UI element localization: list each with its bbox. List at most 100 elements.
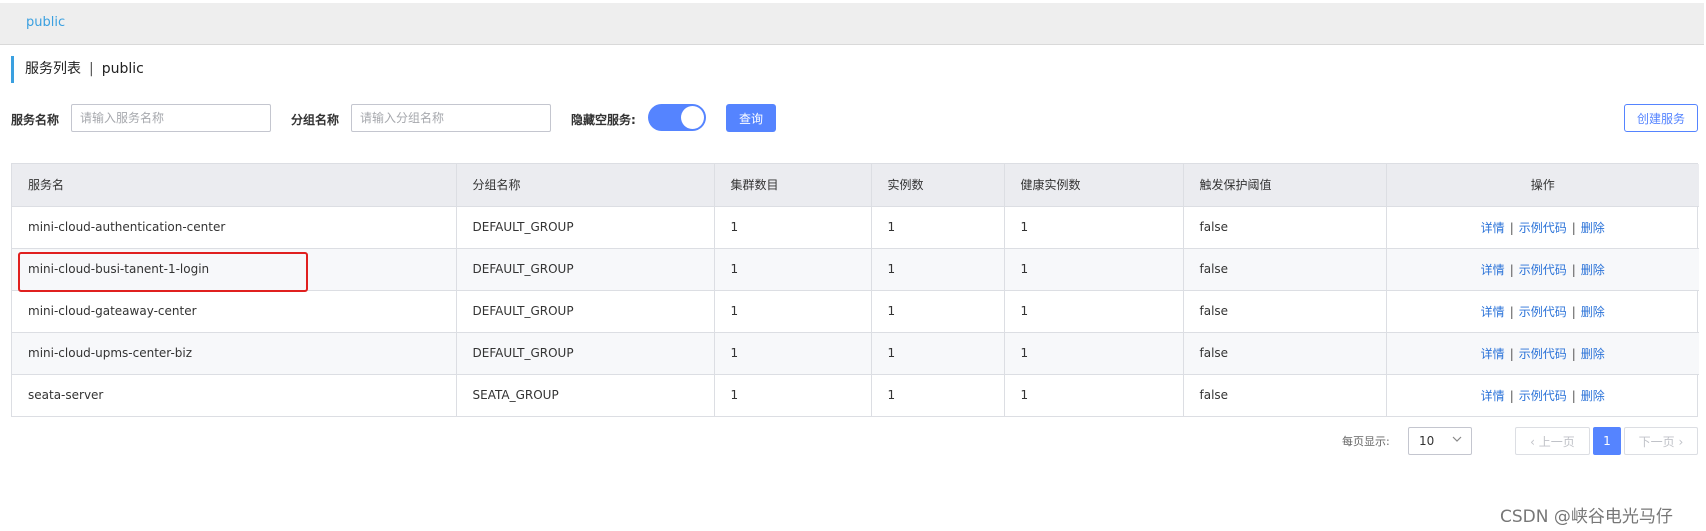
hide-empty-toggle[interactable] [648, 104, 706, 131]
group-name-label: 分组名称 [291, 113, 340, 127]
cell-healthy: 1 [1004, 206, 1184, 249]
cell-service: mini-cloud-busi-tanent-1-login [12, 248, 457, 291]
column-header: 集群数目 [714, 164, 872, 207]
cell-group: SEATA_GROUP [456, 374, 715, 416]
page-size-value: 10 [1419, 434, 1435, 448]
column-header: 健康实例数 [1004, 164, 1184, 207]
cell-instances: 1 [871, 206, 1005, 249]
detail-link[interactable]: 详情 [1481, 389, 1505, 403]
action-separator: | [1509, 220, 1514, 235]
column-header: 服务名 [12, 164, 457, 207]
table-row: mini-cloud-busi-tanent-1-login DEFAULT_GR… [12, 248, 1699, 291]
cell-clusters: 1 [714, 206, 872, 249]
chevron-left-icon: ‹ [1530, 434, 1539, 449]
service-table: 服务名 分组名称 集群数目 实例数 健康实例数 触发保护阈值 操作 mini-cloud-a… [11, 163, 1699, 417]
namespace-public[interactable]: public [26, 15, 65, 30]
column-header: 实例数 [871, 164, 1005, 207]
delete-link[interactable]: 删除 [1581, 347, 1605, 361]
action-separator: | [1571, 346, 1576, 361]
delete-link[interactable]: 删除 [1581, 221, 1605, 235]
chevron-right-icon: › [1674, 434, 1684, 449]
page-1-button[interactable]: 1 [1593, 427, 1621, 455]
cell-actions: 详情 | 示例代码 | 删除 [1386, 290, 1699, 333]
cell-threshold: false [1183, 332, 1387, 375]
cell-threshold: false [1183, 290, 1387, 333]
table-row: mini-cloud-authentication-center DEFAULT_… [12, 206, 1699, 249]
prev-page-label: 上一页 [1538, 434, 1575, 449]
sample-code-link[interactable]: 示例代码 [1519, 347, 1567, 361]
cell-healthy: 1 [1004, 332, 1184, 375]
page-title-main: 服务列表 [25, 61, 81, 77]
watermark: CSDN @峡谷电光马仔 [1500, 507, 1673, 527]
cell-service: mini-cloud-gateaway-center [12, 290, 457, 333]
page-size-select[interactable]: 10 [1408, 427, 1472, 455]
sample-code-link[interactable]: 示例代码 [1519, 221, 1567, 235]
cell-instances: 1 [871, 374, 1005, 416]
cell-group: DEFAULT_GROUP [456, 290, 715, 333]
action-separator: | [1509, 304, 1514, 319]
cell-threshold: false [1183, 374, 1387, 416]
service-name-label: 服务名称 [11, 113, 60, 127]
action-separator: | [1509, 346, 1514, 361]
create-service-button[interactable]: 创建服务 [1624, 104, 1698, 132]
prev-page-button[interactable]: ‹ 上一页 [1515, 427, 1590, 455]
delete-link[interactable]: 删除 [1581, 389, 1605, 403]
action-separator: | [1509, 388, 1514, 403]
service-name-input[interactable] [71, 104, 271, 132]
detail-link[interactable]: 详情 [1481, 221, 1505, 235]
page-title-separator: | [89, 61, 94, 77]
action-separator: | [1509, 262, 1514, 277]
cell-instances: 1 [871, 248, 1005, 291]
cell-group: DEFAULT_GROUP [456, 248, 715, 291]
cell-instances: 1 [871, 290, 1005, 333]
sample-code-link[interactable]: 示例代码 [1519, 389, 1567, 403]
cell-healthy: 1 [1004, 374, 1184, 416]
sample-code-link[interactable]: 示例代码 [1519, 263, 1567, 277]
cell-actions: 详情 | 示例代码 | 删除 [1386, 206, 1699, 249]
sample-code-link[interactable]: 示例代码 [1519, 305, 1567, 319]
cell-clusters: 1 [714, 248, 872, 291]
delete-link[interactable]: 删除 [1581, 305, 1605, 319]
cell-service: mini-cloud-upms-center-biz [12, 332, 457, 375]
detail-link[interactable]: 详情 [1481, 263, 1505, 277]
cell-healthy: 1 [1004, 248, 1184, 291]
cell-clusters: 1 [714, 290, 872, 333]
chevron-down-icon [1452, 436, 1462, 442]
group-name-input[interactable] [351, 104, 551, 132]
detail-link[interactable]: 详情 [1481, 305, 1505, 319]
cell-clusters: 1 [714, 374, 872, 416]
namespace-bar: public [0, 3, 1704, 45]
page-size-label: 每页显示: [1342, 435, 1390, 448]
table-header: 服务名 分组名称 集群数目 实例数 健康实例数 触发保护阈值 操作 [12, 164, 1699, 207]
page-title: 服务列表 | public [11, 56, 144, 83]
table-row: seata-server SEATA_GROUP 1 1 1 false 详情 | 示例代码 | 删… [12, 374, 1699, 416]
action-separator: | [1571, 304, 1576, 319]
query-button[interactable]: 查询 [726, 104, 776, 132]
column-header: 触发保护阈值 [1183, 164, 1387, 207]
cell-actions: 详情 | 示例代码 | 删除 [1386, 332, 1699, 375]
table-row: mini-cloud-upms-center-biz DEFAULT_GROUP 1… [12, 332, 1699, 375]
page-title-namespace: public [101, 61, 144, 77]
hide-empty-label: 隐藏空服务: [571, 113, 636, 127]
next-page-label: 下一页 [1638, 434, 1675, 449]
cell-group: DEFAULT_GROUP [456, 332, 715, 375]
action-separator: | [1571, 388, 1576, 403]
column-header: 操作 [1386, 164, 1699, 207]
cell-healthy: 1 [1004, 290, 1184, 333]
cell-actions: 详情 | 示例代码 | 删除 [1386, 248, 1699, 291]
cell-instances: 1 [871, 332, 1005, 375]
cell-group: DEFAULT_GROUP [456, 206, 715, 249]
table-row: mini-cloud-gateaway-center DEFAULT_GROUP 1… [12, 290, 1699, 333]
cell-clusters: 1 [714, 332, 872, 375]
delete-link[interactable]: 删除 [1581, 263, 1605, 277]
cell-service: seata-server [12, 374, 457, 416]
cell-threshold: false [1183, 248, 1387, 291]
toggle-knob [681, 106, 704, 129]
action-separator: | [1571, 262, 1576, 277]
cell-actions: 详情 | 示例代码 | 删除 [1386, 374, 1699, 416]
detail-link[interactable]: 详情 [1481, 347, 1505, 361]
column-header: 分组名称 [456, 164, 715, 207]
cell-service: mini-cloud-authentication-center [12, 206, 457, 249]
next-page-button[interactable]: 下一页 › [1624, 427, 1698, 455]
action-separator: | [1571, 220, 1576, 235]
